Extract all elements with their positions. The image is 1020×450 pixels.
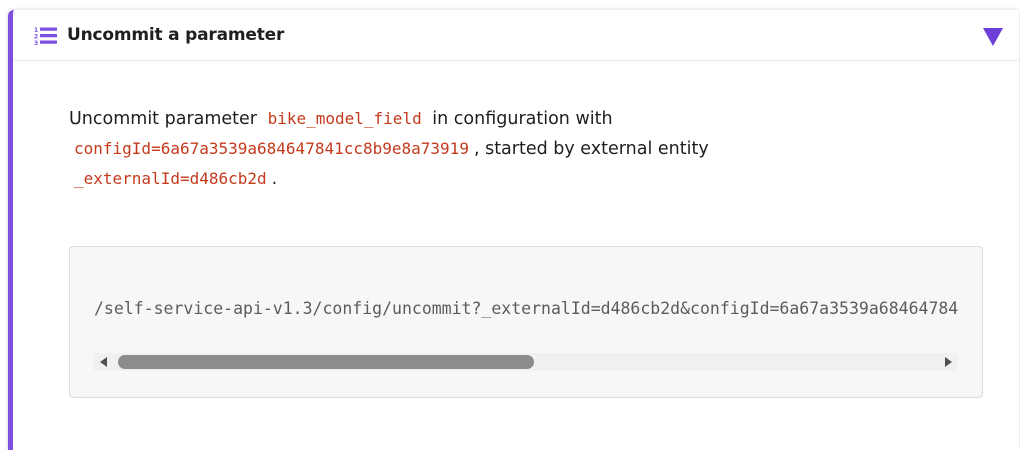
description-text: in configuration with bbox=[432, 109, 613, 129]
scrollbar-thumb[interactable] bbox=[118, 355, 534, 369]
description-text: Uncommit parameter bbox=[69, 109, 257, 129]
code-block: /self-service-api-v1.3/config/uncommit?_… bbox=[69, 246, 983, 398]
panel-title: Uncommit a parameter bbox=[67, 25, 285, 45]
svg-text:3: 3 bbox=[34, 40, 38, 46]
horizontal-scrollbar[interactable] bbox=[94, 353, 958, 371]
request-url: /self-service-api-v1.3/config/uncommit?_… bbox=[94, 299, 958, 318]
scroll-right-arrow-icon[interactable] bbox=[945, 357, 952, 367]
param-name: bike_model_field bbox=[262, 109, 427, 128]
description-text: , started by external entity bbox=[473, 139, 709, 159]
panel-header[interactable]: 1 2 3 Uncommit a parameter bbox=[13, 10, 1019, 61]
scroll-left-arrow-icon[interactable] bbox=[100, 357, 107, 367]
numbered-list-icon: 1 2 3 bbox=[34, 26, 58, 47]
description: Uncommit parameter bike_model_field in c… bbox=[69, 104, 929, 194]
uncommit-parameter-panel: 1 2 3 Uncommit a parameter Uncommit para… bbox=[8, 10, 1019, 450]
description-text: . bbox=[271, 169, 278, 189]
external-id: _externalId=d486cb2d bbox=[69, 169, 272, 188]
config-id: configId=6a67a3539a684647841cc8b9e8a7391… bbox=[69, 139, 474, 158]
triangle-down-icon[interactable] bbox=[983, 28, 1003, 46]
